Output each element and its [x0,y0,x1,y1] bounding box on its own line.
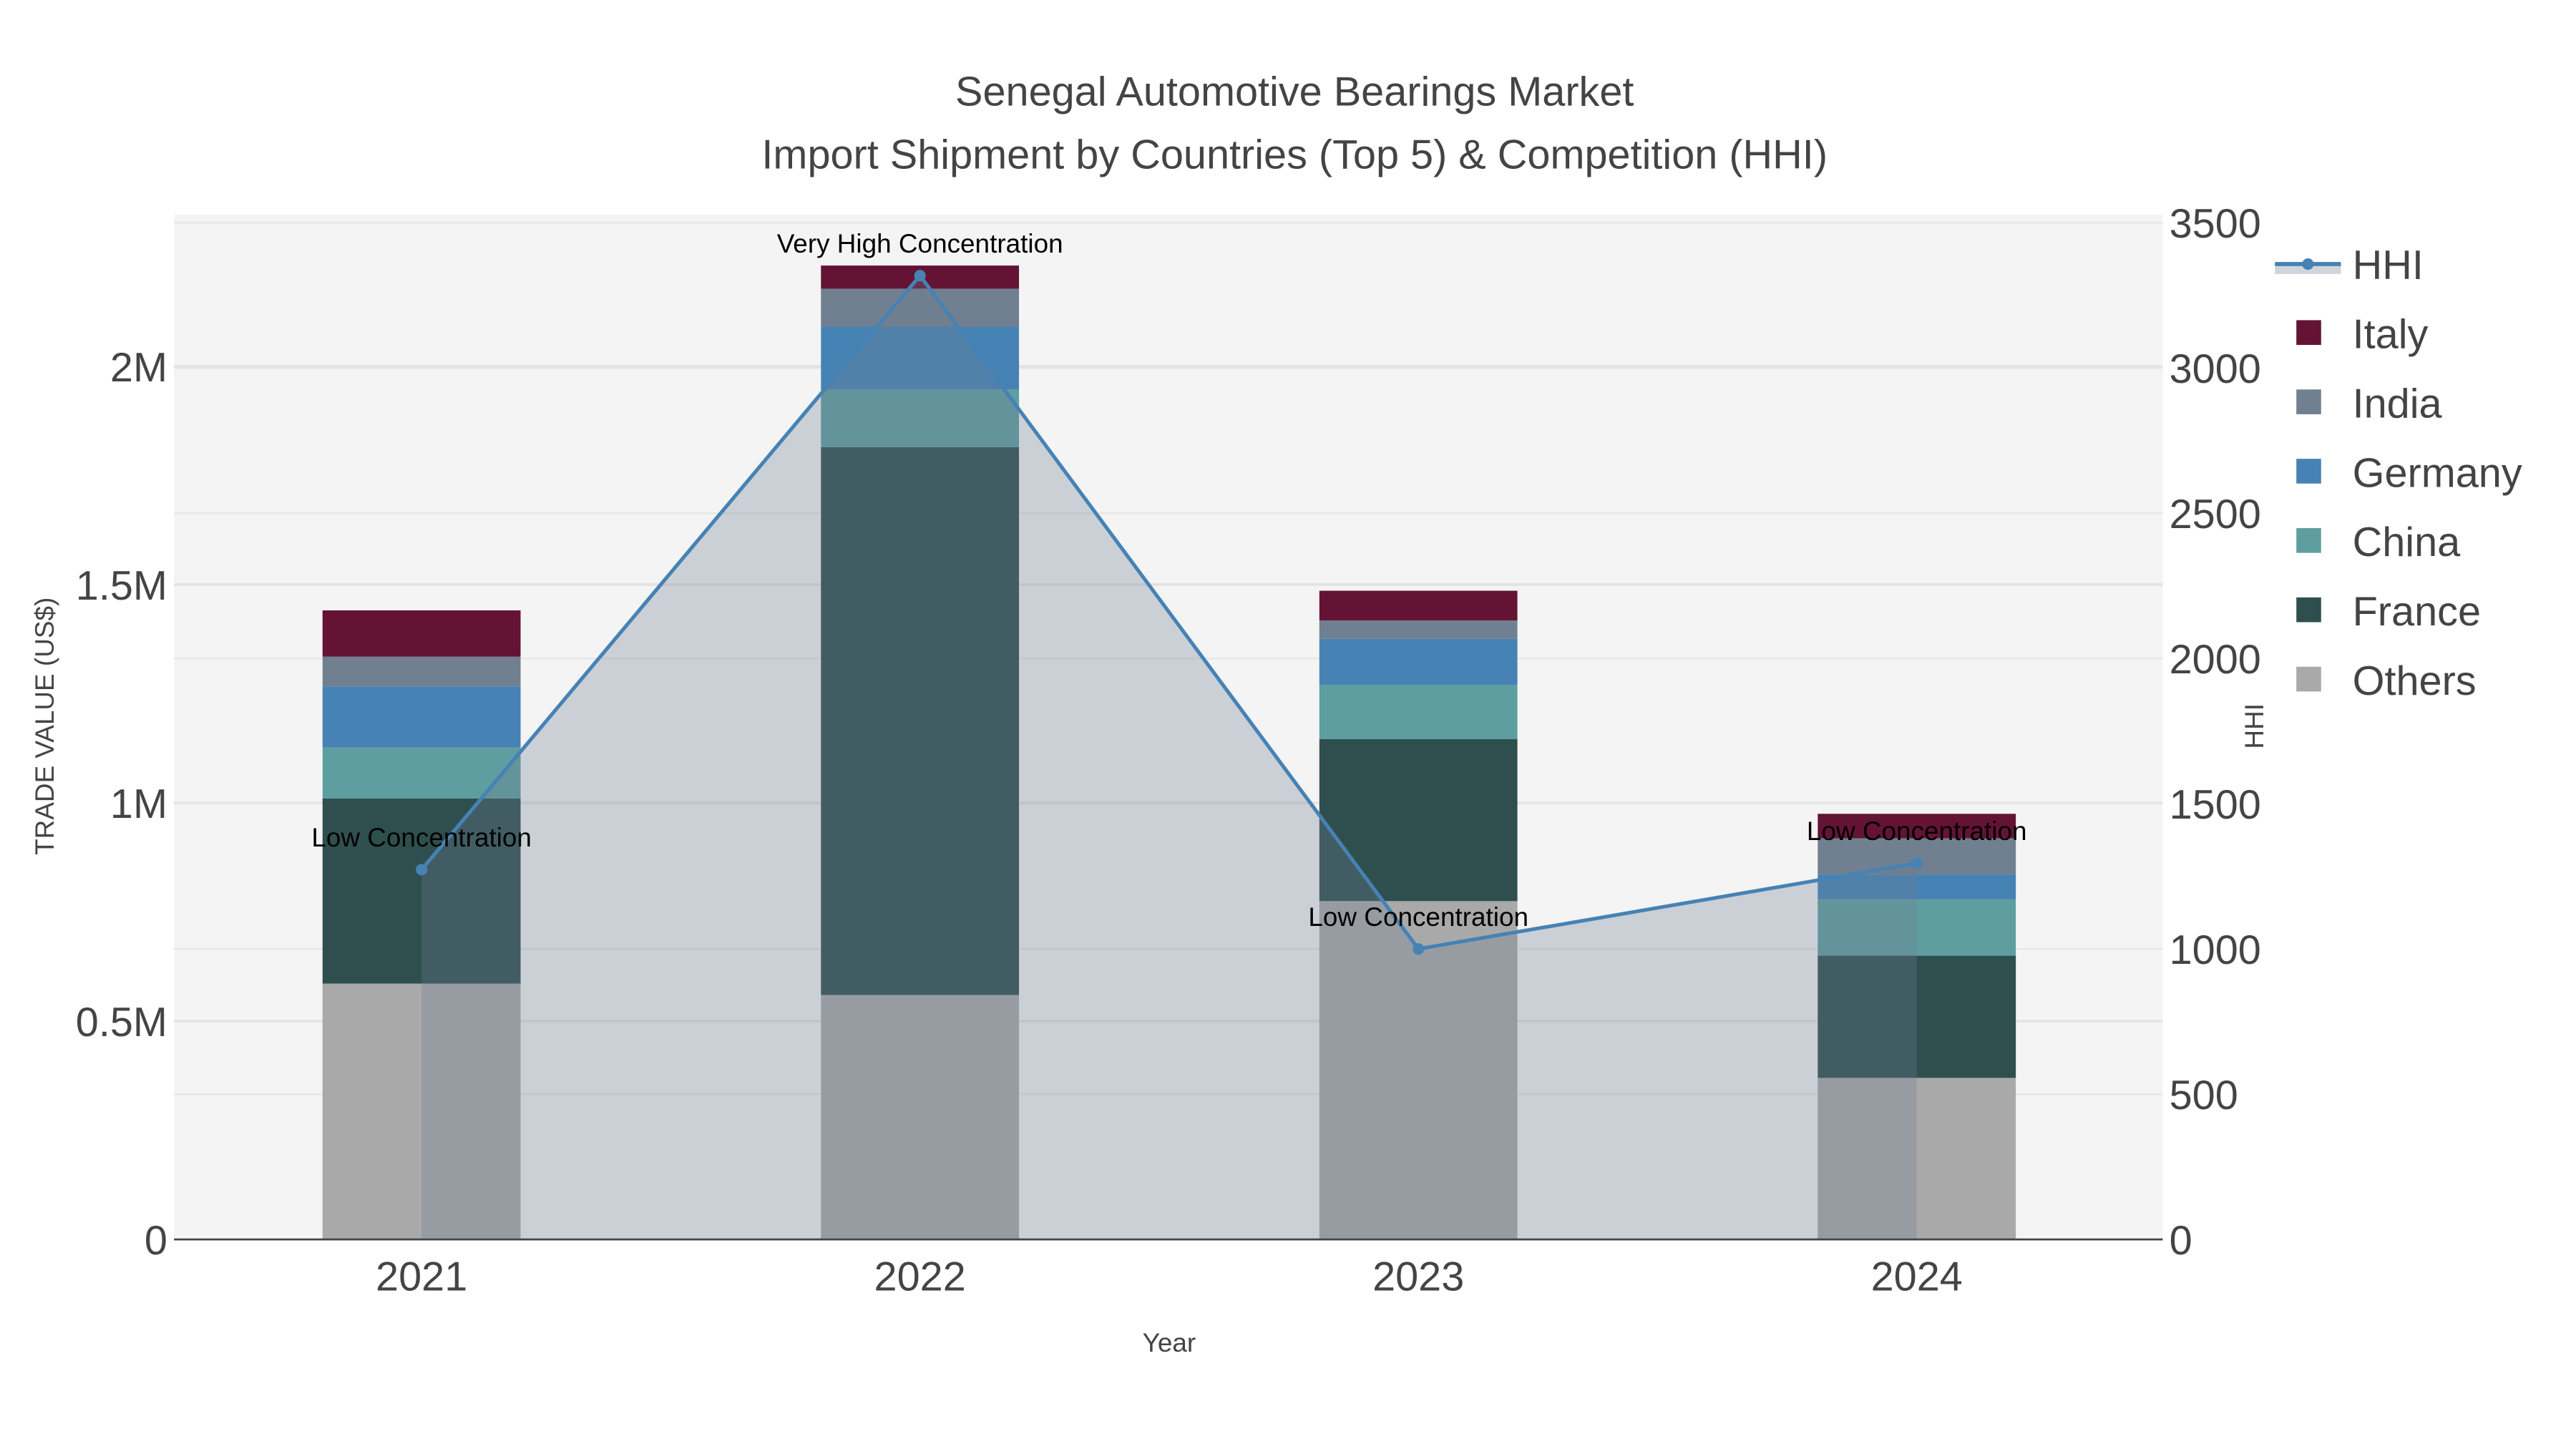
bar-india-2023 [1319,620,1518,639]
y-tick-label: 2M [110,345,167,391]
legend-swatch-china [2296,528,2321,553]
legend-swatch-india [2296,389,2321,414]
hhi-point-2021 [416,864,428,876]
x-tick-label: 2024 [1871,1254,1963,1300]
y2-tick-label: 1500 [2170,782,2261,828]
y2-tick-label: 3000 [2170,346,2261,392]
y2-tick-label: 2500 [2170,492,2261,537]
legend-swatch-italy [2296,320,2321,346]
bar-india-2021 [322,656,521,687]
y-tick-label: 0 [145,1218,167,1264]
hhi-annotation: Low Concentration [1308,902,1528,932]
legend-label-china: China [2353,519,2462,565]
legend-swatch-others [2296,666,2321,692]
hhi-point-2022 [914,270,926,282]
y2-tick-label: 500 [2170,1073,2238,1118]
bar-italy-2023 [1319,590,1518,621]
legend-swatch-germany [2296,459,2321,484]
chart: Low Concentration Very High Concentration… [30,69,2522,1357]
bar-italy-2021 [322,610,521,657]
y-tick-label: 1.5M [76,563,167,609]
chart-title: Senegal Automotive Bearings Market [955,69,1634,115]
y2-tick-label: 0 [2170,1218,2192,1264]
x-tick-label: 2023 [1372,1254,1464,1300]
x-tick-label: 2021 [376,1254,467,1300]
bar-germany-2021 [322,686,521,748]
y2-tick-label: 2000 [2170,637,2261,683]
legend-label-india: India [2353,381,2443,427]
legend-swatch-france [2296,597,2321,623]
y-tick-label: 1M [110,781,167,827]
legend-label-italy: Italy [2353,312,2429,358]
y2-tick-label: 3500 [2170,201,2261,247]
legend-hhi-marker [2302,258,2314,270]
legend-label-germany: Germany [2353,450,2522,496]
hhi-point-2023 [1413,943,1425,955]
y2-axis-label: HHI [2240,703,2269,749]
y-axis-label: TRADE VALUE (US$) [30,597,59,855]
x-axis-label: Year [1143,1328,1196,1357]
hhi-annotation: Low Concentration [1807,816,2027,846]
chart-subtitle: Import Shipment by Countries (Top 5) & C… [761,132,1828,177]
bar-china-2023 [1319,685,1518,739]
hhi-annotation: Low Concentration [311,823,532,852]
x-tick-label: 2022 [874,1254,966,1300]
legend-label-hhi: HHI [2353,243,2424,288]
hhi-annotation: Very High Concentration [777,229,1063,258]
hhi-point-2024 [1911,857,1923,869]
y2-tick-label: 1000 [2170,927,2261,973]
legend-label-france: France [2353,589,2481,635]
bar-germany-2023 [1319,638,1518,686]
y-tick-label: 0.5M [76,1000,167,1045]
legend-label-others: Others [2353,658,2477,704]
